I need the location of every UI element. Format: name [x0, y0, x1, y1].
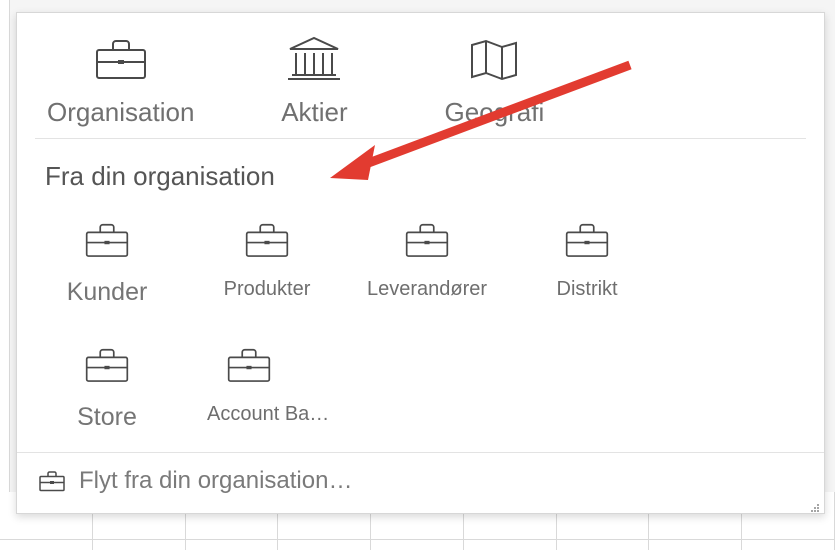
item-label: Produkter	[224, 278, 311, 301]
org-items-row: Kunder Produkter Leverandører Distrikt S…	[17, 202, 824, 452]
briefcase-icon	[405, 212, 449, 268]
map-icon	[466, 31, 522, 87]
item-distrikt[interactable]: Distrikt	[527, 212, 647, 301]
briefcase-icon	[95, 31, 147, 87]
briefcase-icon	[245, 212, 289, 268]
item-label: Account Ba…	[207, 403, 329, 426]
item-store[interactable]: Store	[47, 337, 167, 432]
footer-move-shared[interactable]: Flyt fra din organisation…	[17, 452, 824, 513]
briefcase-icon	[207, 337, 271, 393]
item-produkter[interactable]: Produkter	[207, 212, 327, 301]
briefcase-icon	[85, 212, 129, 268]
footer-text: Flyt fra din organisation…	[79, 467, 352, 495]
briefcase-icon	[85, 337, 129, 393]
data-types-panel: Organisation Aktier	[16, 12, 825, 514]
item-accountba[interactable]: Account Ba…	[207, 337, 347, 426]
item-label: Leverandører	[367, 278, 487, 301]
item-aktier[interactable]: Aktier	[254, 31, 374, 128]
section-title: Fra din organisation	[17, 139, 824, 202]
item-label: Store	[77, 403, 137, 432]
item-label: Kunder	[67, 278, 148, 307]
briefcase-icon	[565, 212, 609, 268]
item-organisation[interactable]: Organisation	[47, 31, 194, 128]
item-kunder[interactable]: Kunder	[47, 212, 167, 307]
item-geografi[interactable]: Geografi	[434, 31, 554, 128]
item-label: Organisation	[47, 97, 194, 128]
item-leverandorer[interactable]: Leverandører	[367, 212, 487, 301]
top-row: Organisation Aktier	[17, 13, 824, 138]
institution-icon	[286, 31, 342, 87]
item-label: Aktier	[281, 97, 347, 128]
item-label: Distrikt	[557, 278, 618, 301]
briefcase-icon	[39, 470, 65, 492]
item-label: Geografi	[445, 97, 545, 128]
resize-grip-icon[interactable]	[810, 500, 820, 510]
